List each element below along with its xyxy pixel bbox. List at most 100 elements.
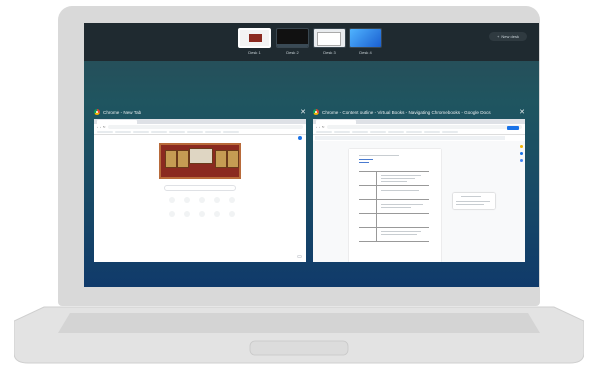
shortcut-tile[interactable] [225, 211, 239, 217]
doodle-center [189, 148, 213, 164]
shortcut-tile[interactable] [195, 197, 209, 203]
text-line [381, 175, 421, 177]
desk-4-preview [349, 28, 382, 48]
shortcut-tile[interactable] [210, 211, 224, 217]
bookmark[interactable] [115, 130, 131, 134]
close-icon[interactable]: ✕ [300, 109, 306, 116]
bookmark[interactable] [334, 130, 350, 134]
doodle-frame [165, 150, 177, 168]
new-desk-button[interactable]: + New desk [489, 32, 527, 41]
back-icon[interactable]: ‹ [97, 125, 98, 129]
shortcut-tile[interactable] [165, 197, 179, 203]
new-desk-label: New desk [501, 34, 519, 39]
window-content-docs[interactable]: ‹ › ↻ [313, 119, 525, 262]
calendar-icon[interactable] [520, 159, 523, 162]
shortcut-icon [214, 197, 220, 203]
text-line [456, 204, 484, 206]
desk-4[interactable]: Desk 4 [349, 28, 382, 55]
text-line [359, 159, 373, 161]
text-line [381, 190, 419, 192]
document-page[interactable] [349, 149, 441, 262]
share-button[interactable] [507, 126, 519, 130]
doodle-frame [227, 150, 239, 168]
keep-icon[interactable] [520, 145, 523, 148]
desk-2[interactable]: Desk 2 [276, 28, 309, 55]
doodle-frame [215, 150, 227, 168]
document-canvas[interactable] [313, 141, 525, 262]
bookmark[interactable] [424, 130, 440, 134]
window-new-tab[interactable]: Chrome - New Tab ✕ ‹ › ↻ [94, 107, 306, 262]
forward-icon[interactable]: › [100, 125, 101, 129]
reload-icon[interactable]: ↻ [103, 125, 106, 129]
shortcut-icon [214, 211, 220, 217]
chrome-icon [94, 109, 100, 115]
shortcut-tile[interactable] [210, 197, 224, 203]
bookmark[interactable] [370, 130, 386, 134]
address-bar[interactable] [107, 125, 303, 129]
shortcut-icon [229, 211, 235, 217]
table-row [359, 186, 429, 200]
window-header: Chrome - New Tab ✕ [94, 107, 306, 117]
browser-tab[interactable] [316, 120, 356, 124]
bookmark[interactable] [133, 130, 149, 134]
table-cell [359, 172, 377, 185]
bookmarks-bar [94, 130, 306, 135]
text-line [381, 178, 415, 180]
desk-3-preview [313, 28, 346, 48]
shortcut-icon [229, 197, 235, 203]
search-input[interactable] [164, 185, 236, 191]
google-doodle[interactable] [159, 143, 241, 179]
shortcut-icon [184, 211, 190, 217]
side-panel-rail [519, 141, 524, 241]
bookmark[interactable] [316, 130, 332, 134]
window-title: Chrome - Content outline - Virtual Books… [322, 109, 491, 115]
window-header: Chrome - Content outline - Virtual Books… [313, 107, 525, 117]
content-table [359, 171, 429, 242]
bookmark[interactable] [151, 130, 167, 134]
text-line [381, 207, 411, 209]
browser-tab[interactable] [97, 120, 137, 124]
desk-1[interactable]: Desk 1 [238, 28, 271, 55]
bookmark[interactable] [442, 130, 458, 134]
bookmark[interactable] [388, 130, 404, 134]
desk-3[interactable]: Desk 3 [313, 28, 346, 55]
bookmark[interactable] [97, 130, 113, 134]
customize-button[interactable] [297, 255, 302, 258]
desk-4-label: Desk 4 [359, 50, 372, 55]
shortcut-tile[interactable] [180, 197, 194, 203]
shortcut-tile[interactable] [165, 211, 179, 217]
bookmark[interactable] [205, 130, 221, 134]
tasks-icon[interactable] [520, 152, 523, 155]
bookmark[interactable] [187, 130, 203, 134]
reload-icon[interactable]: ↻ [322, 125, 325, 129]
bookmark[interactable] [223, 130, 239, 134]
desk-2-label: Desk 2 [286, 50, 299, 55]
back-icon[interactable]: ‹ [316, 125, 317, 129]
text-line [381, 204, 423, 206]
table-cell [359, 228, 377, 241]
docs-toolbar[interactable] [315, 136, 505, 140]
text-line [381, 234, 417, 236]
forward-icon[interactable]: › [319, 125, 320, 129]
bookmark[interactable] [352, 130, 368, 134]
comment-card[interactable] [453, 193, 495, 209]
table-row [359, 200, 429, 214]
window-content-new-tab[interactable]: ‹ › ↻ [94, 119, 306, 262]
address-bar[interactable] [326, 125, 522, 129]
shortcut-tile[interactable] [195, 211, 209, 217]
text-line [359, 155, 399, 157]
shortcut-icon [169, 211, 175, 217]
bookmark[interactable] [169, 130, 185, 134]
shortcut-tile[interactable] [180, 211, 194, 217]
desk-2-preview [276, 28, 309, 48]
shortcut-icon [169, 197, 175, 203]
text-line [461, 196, 481, 198]
window-google-docs[interactable]: Chrome - Content outline - Virtual Books… [313, 107, 525, 262]
close-icon[interactable]: ✕ [519, 109, 525, 116]
bookmarks-bar [313, 130, 525, 135]
shortcut-tile[interactable] [225, 197, 239, 203]
shortcut-icon [199, 197, 205, 203]
bookmark[interactable] [406, 130, 422, 134]
window-title: Chrome - New Tab [103, 109, 142, 115]
avatar[interactable] [298, 136, 302, 140]
